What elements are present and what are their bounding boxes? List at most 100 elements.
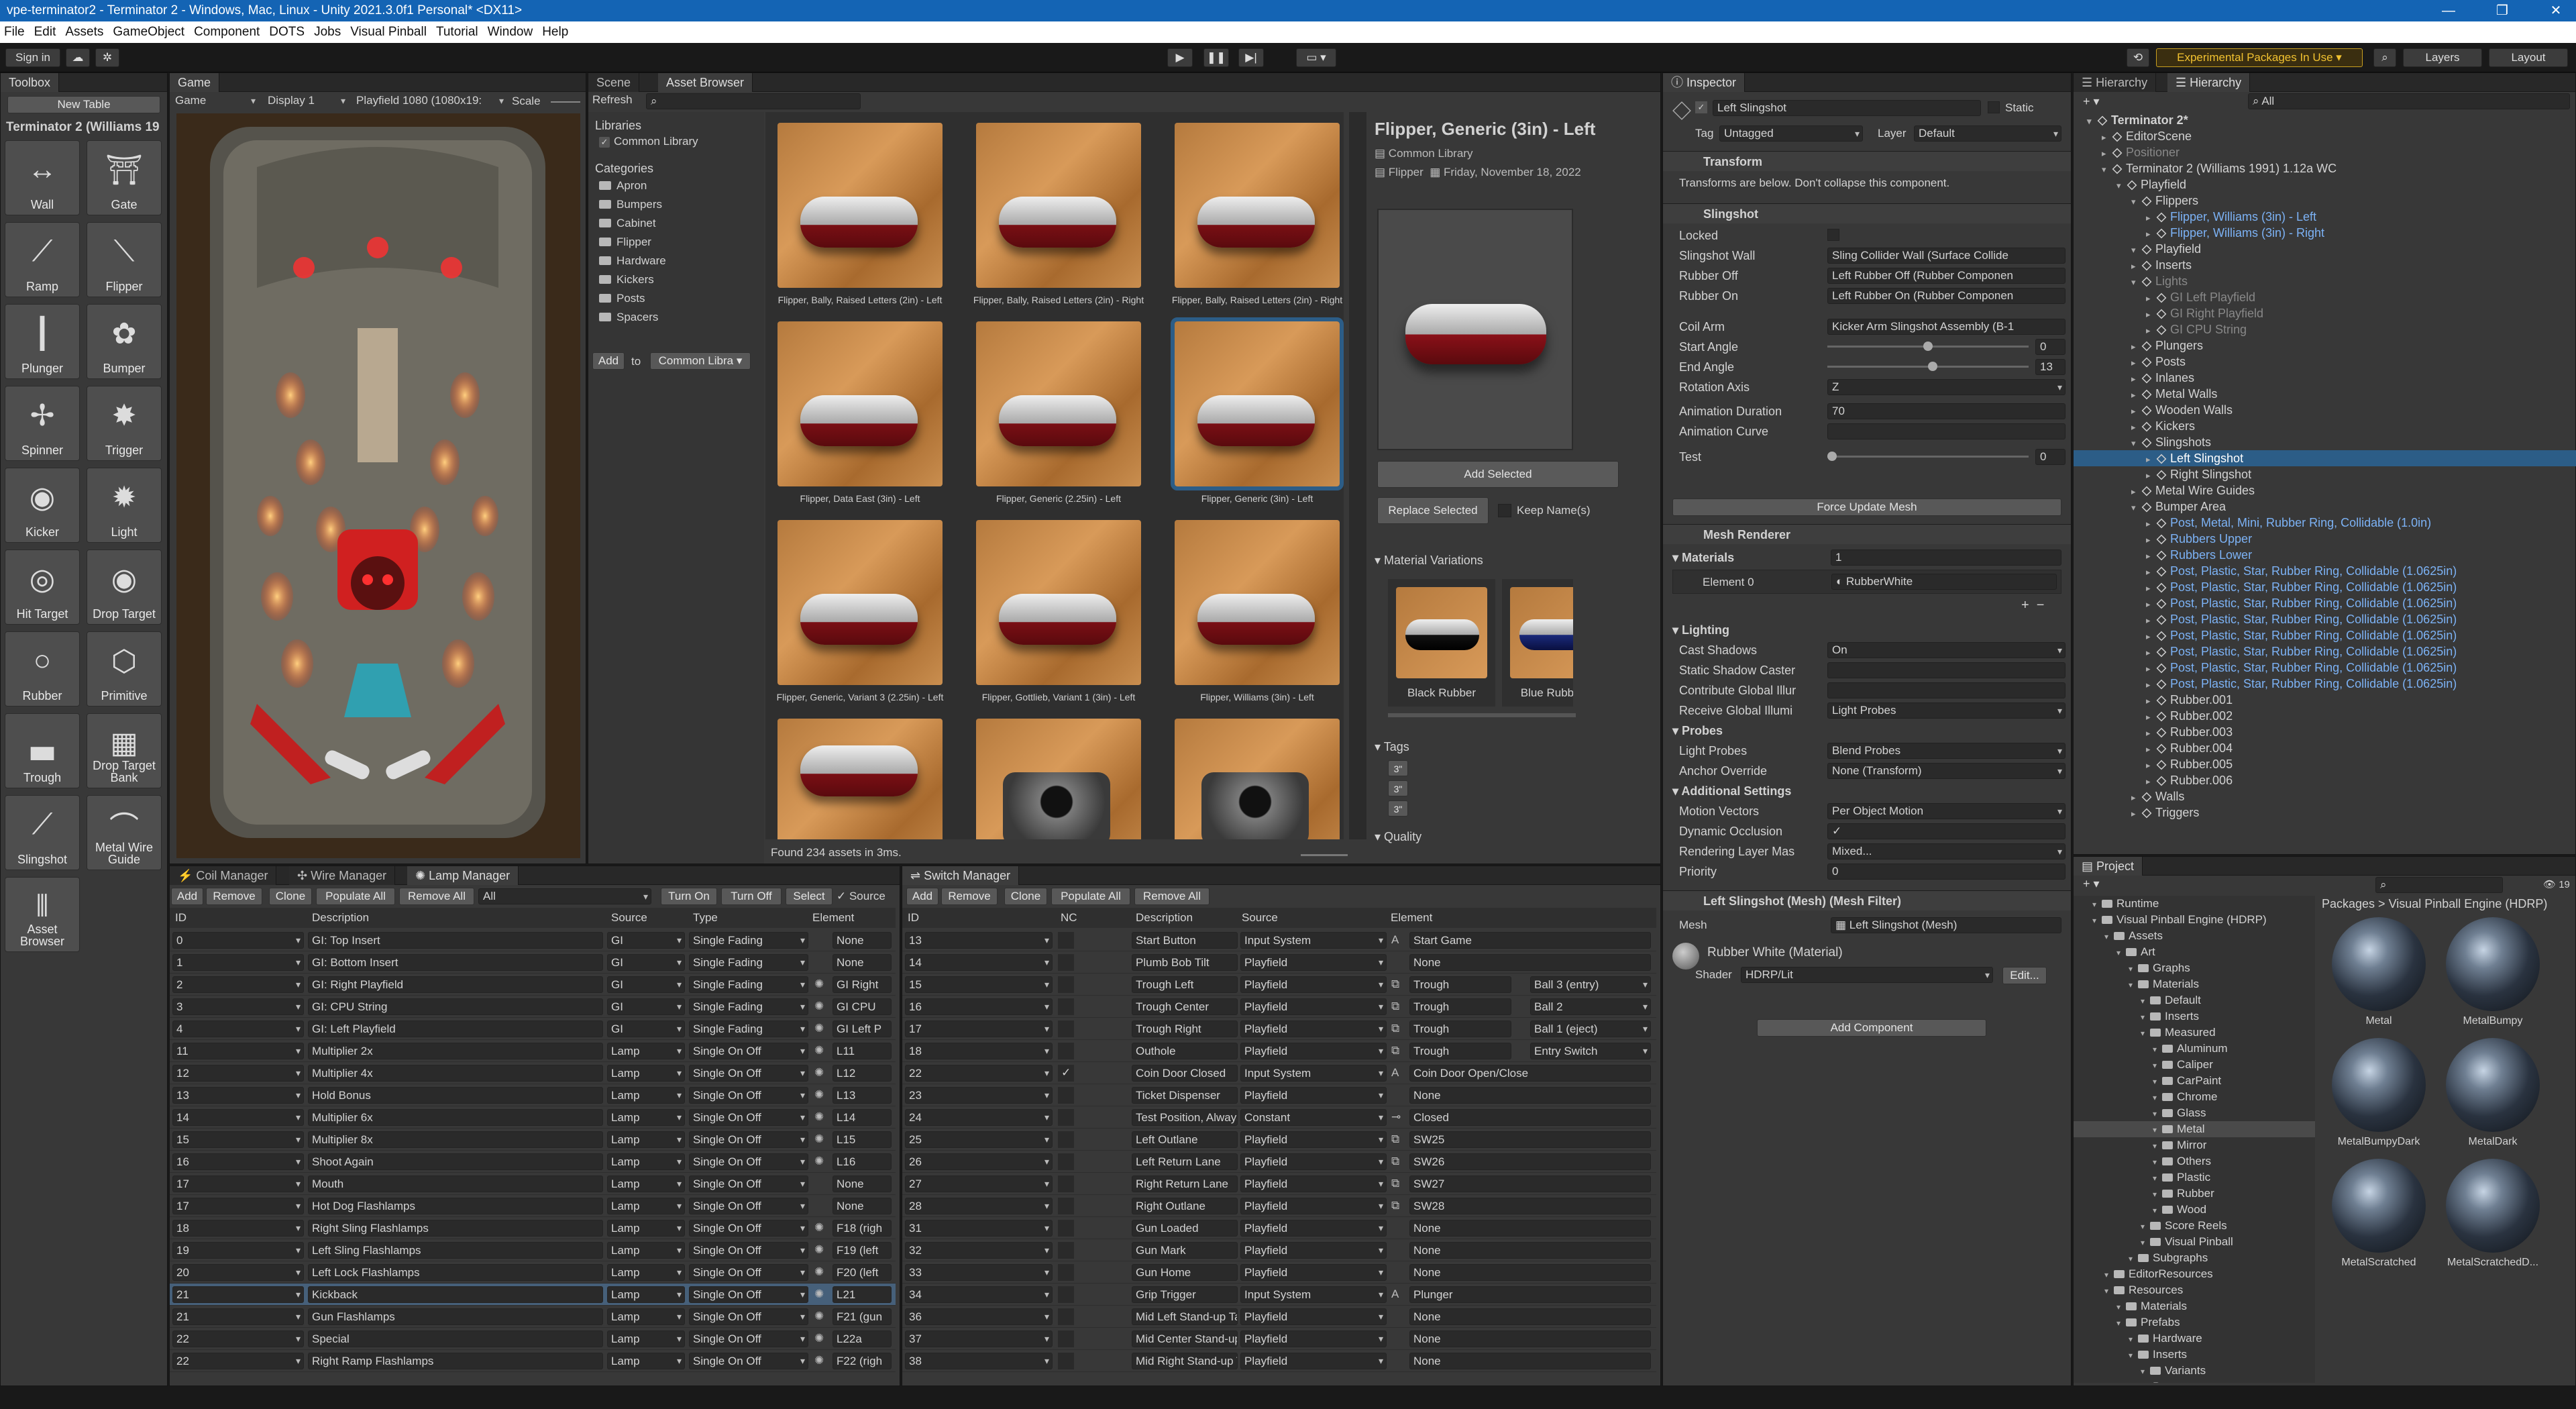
switch-source-dropdown[interactable]: Playfield — [1240, 1131, 1387, 1148]
field-value[interactable]: Per Object Motion — [1827, 803, 2065, 819]
expand-arrow-icon[interactable]: ▾ — [2104, 1267, 2114, 1283]
populate-all-button[interactable]: Populate All — [1051, 888, 1130, 905]
switch-description-field[interactable]: Gun Home — [1132, 1264, 1238, 1281]
lamp-description-field[interactable]: GI: Right Playfield — [308, 976, 603, 993]
switch-source-dropdown[interactable]: Input System — [1240, 1065, 1387, 1082]
expand-arrow-icon[interactable]: ▸ — [2146, 548, 2157, 564]
expand-arrow-icon[interactable]: ▸ — [2131, 258, 2142, 274]
switch-id-field[interactable]: 14 — [905, 954, 1053, 971]
project-folder[interactable]: ▾ Inserts — [2074, 1347, 2315, 1363]
switch-row[interactable]: 24 Test Position, Always CConstant ⊸ Closed — [902, 1106, 1656, 1129]
object-name-input[interactable]: Left Slingshot — [1713, 100, 1981, 116]
expand-arrow-icon[interactable]: ▾ — [2129, 1251, 2138, 1267]
category-posts[interactable]: Posts — [599, 292, 645, 305]
expand-arrow-icon[interactable]: ▾ — [2141, 1218, 2150, 1235]
tool-drop-target[interactable]: ◉ Drop Target — [87, 550, 162, 625]
lamp-type-dropdown[interactable]: Single Fading — [689, 1021, 808, 1037]
lamp-type-dropdown[interactable]: Single On Off — [689, 1330, 808, 1347]
field-value[interactable]: None (Transform) — [1827, 763, 2065, 779]
hierarchy-item[interactable]: ▸ Post, Plastic, Star, Rubber Ring, Colli… — [2074, 627, 2576, 643]
hierarchy-item[interactable]: ▸ Rubber.006 — [2074, 772, 2576, 788]
expand-arrow-icon[interactable]: ▸ — [2131, 419, 2142, 435]
expand-arrow-icon[interactable]: ▾ — [2116, 1315, 2126, 1331]
switch-nc-checkbox[interactable] — [1058, 1109, 1074, 1126]
tab-toolbox[interactable]: Toolbox — [1, 73, 60, 92]
remove-all-button[interactable]: Remove All — [1134, 888, 1210, 905]
lamp-type-dropdown[interactable]: Single Fading — [689, 998, 808, 1015]
tool-plunger[interactable]: ┃ Plunger — [5, 304, 80, 379]
expand-arrow-icon[interactable]: ▸ — [2146, 580, 2157, 596]
force-update-mesh-button[interactable]: Force Update Mesh — [1672, 499, 2061, 516]
lamp-source-dropdown[interactable]: GI — [607, 954, 685, 971]
mesh-renderer-header[interactable]: Mesh Renderer — [1663, 524, 2071, 544]
category-flipper[interactable]: Flipper — [599, 236, 651, 249]
hierarchy-item[interactable]: ▸ Walls — [2074, 788, 2576, 804]
hierarchy-item[interactable]: ▸ Inserts — [2074, 257, 2576, 273]
switch-nc-checkbox[interactable] — [1058, 1242, 1074, 1259]
end-angle-slider-handle[interactable] — [1928, 362, 1937, 371]
switch-element-field[interactable]: SW28 — [1409, 1198, 1651, 1214]
lamp-element-field[interactable]: L16 — [833, 1153, 892, 1170]
switch-row[interactable]: 34 Grip TriggerInput System A Plunger — [902, 1284, 1656, 1306]
switch-nc-checkbox[interactable] — [1058, 1198, 1074, 1214]
lamp-id-field[interactable]: 18 — [172, 1220, 304, 1237]
lamp-element-field[interactable]: None — [833, 954, 892, 971]
header-description[interactable]: Description — [1136, 911, 1193, 925]
switch-element-field[interactable]: None — [1409, 1087, 1651, 1104]
lamp-id-field[interactable]: 21 — [172, 1308, 304, 1325]
switch-id-field[interactable]: 36 — [905, 1308, 1053, 1325]
lamp-row[interactable]: 15Multiplier 8xLampSingle On Off ✺ L15 — [170, 1129, 896, 1151]
switch-row[interactable]: 15 Trough LeftPlayfield ⧉ Trough Ball 3 (ent… — [902, 974, 1656, 996]
hierarchy-item[interactable]: ▸ Metal Walls — [2074, 386, 2576, 402]
asset-item[interactable]: MetalScratched — [2322, 1159, 2436, 1280]
expand-arrow-icon[interactable]: ▾ — [2102, 162, 2112, 178]
expand-arrow-icon[interactable]: ▸ — [2146, 725, 2157, 741]
end-angle-value[interactable]: 13 — [2035, 359, 2065, 375]
checkbox-icon[interactable]: ✓ — [599, 137, 610, 148]
project-folder[interactable]: ▾ Aluminum — [2074, 1041, 2315, 1057]
header-description[interactable]: Description — [312, 911, 369, 925]
menu-file[interactable]: File — [4, 25, 25, 40]
expand-arrow-icon[interactable]: ▾ — [2131, 435, 2142, 452]
lamp-source-dropdown[interactable]: Lamp — [607, 1153, 685, 1170]
switch-element-field[interactable]: Trough — [1409, 998, 1511, 1015]
expand-arrow-icon[interactable]: ▸ — [2146, 452, 2157, 468]
switch-description-field[interactable]: Test Position, Always C — [1132, 1109, 1238, 1126]
lamp-row[interactable]: 19Left Sling FlashlampsLampSingle On Off… — [170, 1239, 896, 1261]
switch-nc-checkbox[interactable] — [1058, 976, 1074, 993]
switch-source-dropdown[interactable]: Playfield — [1240, 1153, 1387, 1170]
project-folder[interactable]: ▾ Runtime — [2074, 896, 2315, 912]
transform-header[interactable]: Transform — [1663, 151, 2071, 171]
active-checkbox[interactable]: ✓ — [1695, 101, 1707, 113]
lamp-source-dropdown[interactable]: Lamp — [607, 1353, 685, 1369]
tab-project[interactable]: ▤ Project — [2074, 857, 2143, 876]
slingshot-header[interactable]: Slingshot — [1663, 203, 2071, 223]
locked-checkbox[interactable] — [1827, 229, 1839, 241]
switch-nc-checkbox[interactable] — [1058, 1330, 1074, 1347]
animation-curve-field[interactable] — [1827, 423, 2065, 439]
switch-source-dropdown[interactable]: Playfield — [1240, 1043, 1387, 1059]
category-apron[interactable]: Apron — [599, 179, 647, 193]
menu-tutorial[interactable]: Tutorial — [436, 25, 478, 40]
lamp-id-field[interactable]: 16 — [172, 1153, 304, 1170]
lamp-source-dropdown[interactable]: GI — [607, 998, 685, 1015]
switch-row[interactable]: 31 Gun LoadedPlayfield None — [902, 1217, 1656, 1239]
expand-arrow-icon[interactable]: ▸ — [2131, 339, 2142, 355]
expand-arrow-icon[interactable]: ▾ — [2153, 1202, 2162, 1218]
switch-id-field[interactable]: 18 — [905, 1043, 1053, 1059]
asset-item[interactable]: Metal — [2322, 917, 2436, 1038]
lamp-type-dropdown[interactable]: Single On Off — [689, 1198, 808, 1214]
tab-lamp-manager[interactable]: ✺ Lamp Manager — [407, 866, 519, 885]
add-selected-button[interactable]: Add Selected — [1377, 461, 1619, 488]
lamp-row[interactable]: 11Multiplier 2xLampSingle On Off ✺ L11 — [170, 1040, 896, 1062]
switch-description-field[interactable]: Right Return Lane — [1132, 1176, 1238, 1192]
expand-arrow-icon[interactable]: ▸ — [2131, 403, 2142, 419]
hierarchy-search-input[interactable]: ⌕ All — [2248, 93, 2570, 109]
switch-row[interactable]: 26 Left Return LanePlayfield ⧉ SW26 — [902, 1151, 1656, 1173]
project-folder[interactable]: ▾ Rubber — [2074, 1186, 2315, 1202]
switch-source-dropdown[interactable]: Constant — [1240, 1109, 1387, 1126]
project-folder[interactable]: ▾ Wood — [2074, 1202, 2315, 1218]
project-folder[interactable]: ▾ Subgraphs — [2074, 1250, 2315, 1266]
resolution-dropdown[interactable]: Playfield 1080 (1080x19: — [352, 93, 506, 109]
expand-arrow-icon[interactable]: ▸ — [2146, 516, 2157, 532]
